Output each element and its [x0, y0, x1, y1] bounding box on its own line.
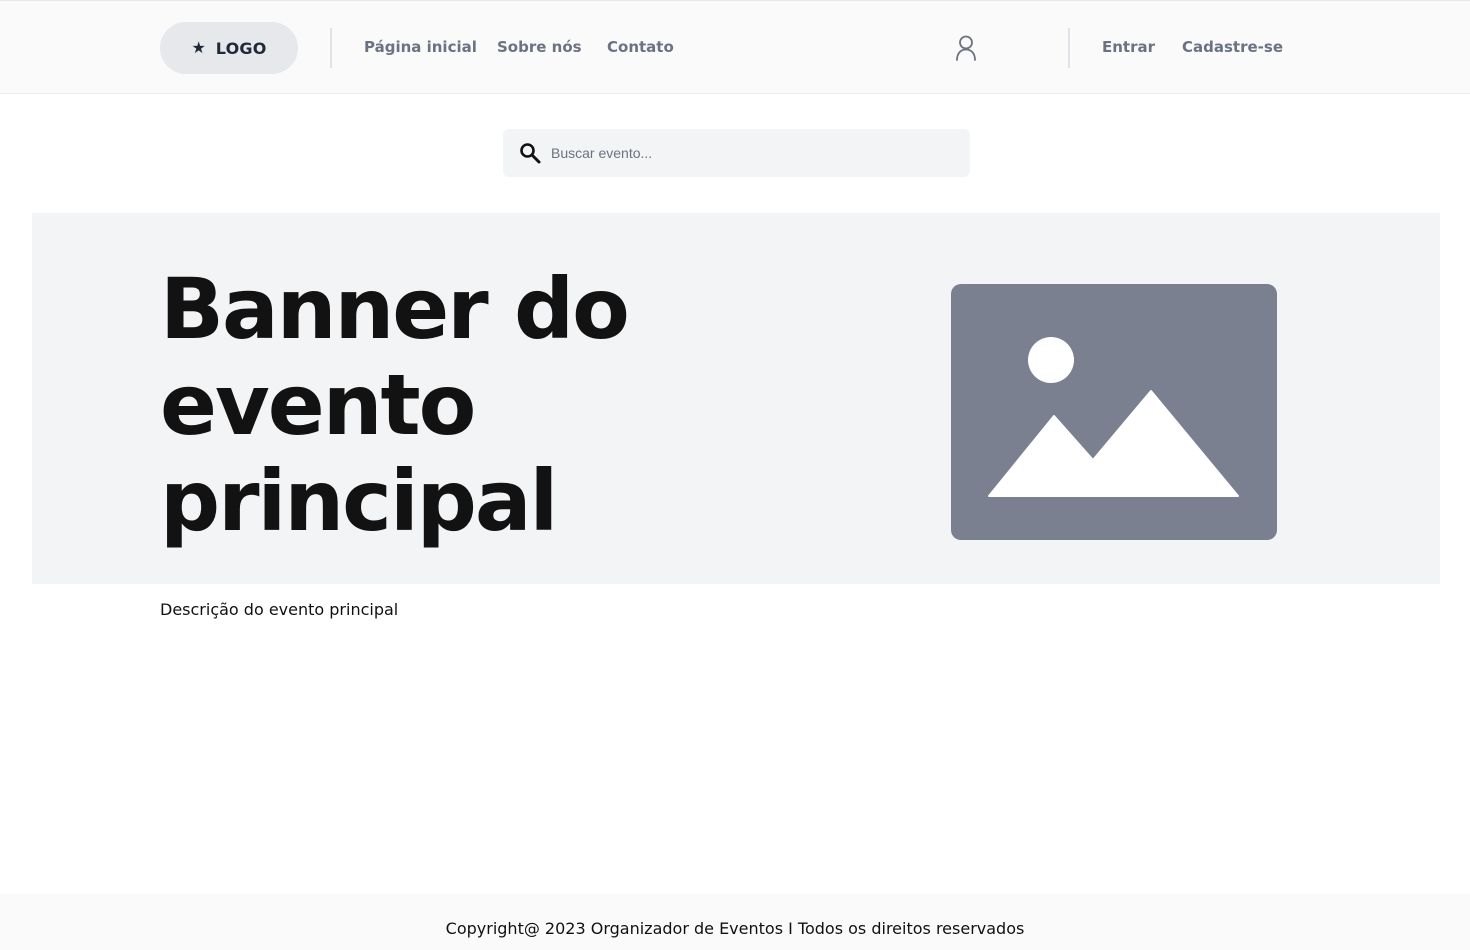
- nav-link-contact[interactable]: Contato: [607, 37, 674, 57]
- search-icon: [520, 143, 541, 164]
- banner-image: [951, 284, 1277, 540]
- nav-divider-right: [1068, 28, 1070, 68]
- search-input[interactable]: [551, 129, 961, 177]
- nav-divider-left: [330, 28, 332, 68]
- main-event-banner: Banner do evento principal: [32, 213, 1440, 584]
- image-placeholder-icon: [988, 337, 1239, 497]
- copyright-text: Copyright@ 2023 Organizador de Eventos I…: [445, 919, 1025, 938]
- page: ★ LOGO Página inicial Sobre nós Contato …: [0, 0, 1470, 950]
- top-navbar: ★ LOGO Página inicial Sobre nós Contato …: [0, 0, 1470, 94]
- footer: Copyright@ 2023 Organizador de Eventos I…: [0, 894, 1470, 950]
- search-bar: [503, 129, 970, 177]
- logo-label: LOGO: [215, 38, 267, 58]
- logo-button[interactable]: ★ LOGO: [160, 22, 298, 74]
- signup-link[interactable]: Cadastre-se: [1182, 37, 1283, 57]
- user-icon[interactable]: [953, 34, 979, 62]
- login-link[interactable]: Entrar: [1102, 37, 1155, 57]
- nav-link-about[interactable]: Sobre nós: [497, 37, 582, 57]
- nav-link-home[interactable]: Página inicial: [364, 37, 477, 57]
- banner-title: Banner do evento principal: [160, 260, 630, 550]
- star-icon: ★: [191, 38, 206, 57]
- event-description: Descrição do evento principal: [160, 600, 399, 619]
